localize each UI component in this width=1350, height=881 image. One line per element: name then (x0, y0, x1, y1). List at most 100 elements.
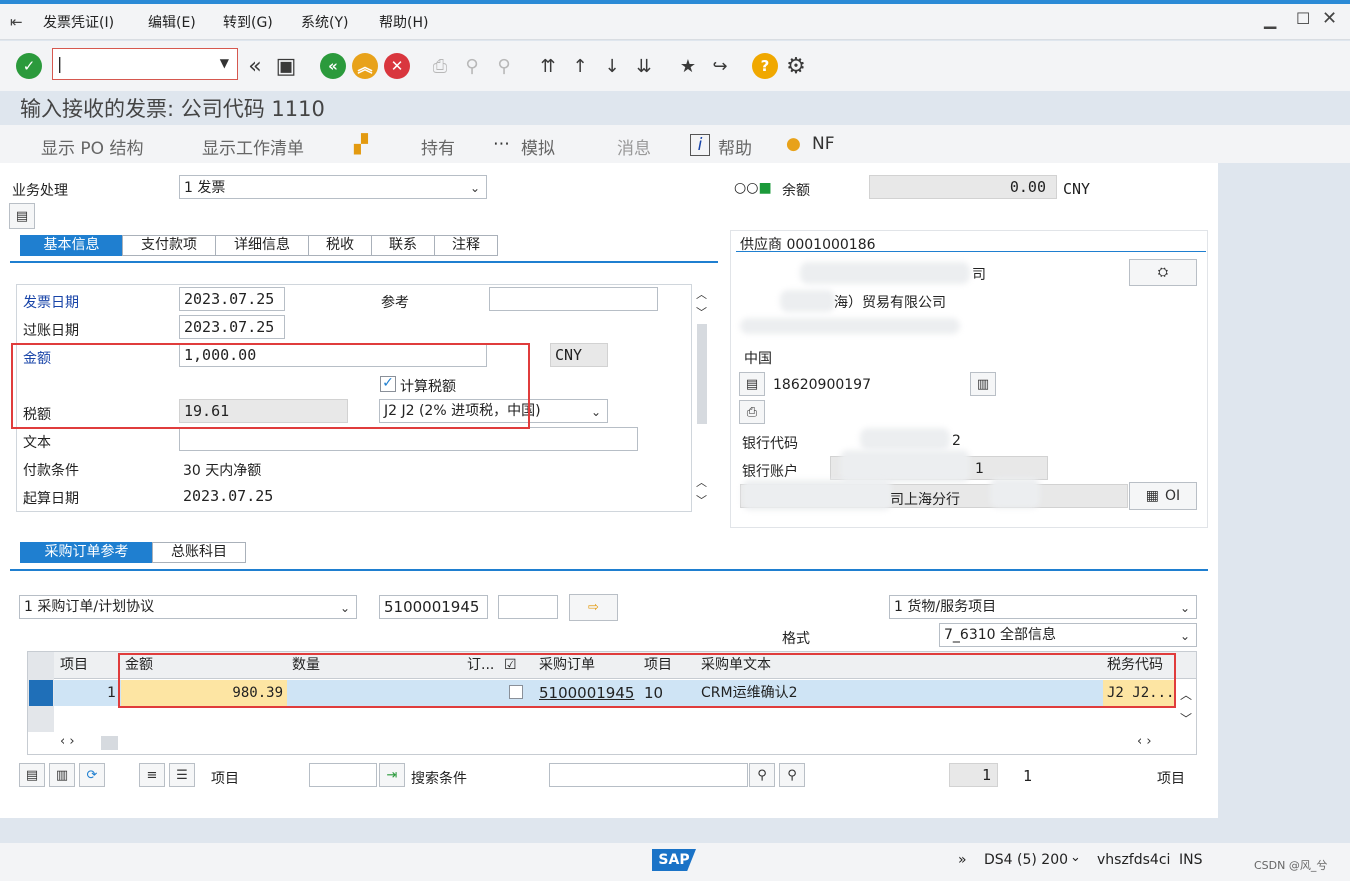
tab-notes[interactable]: 注释 (434, 235, 498, 256)
layout-type-select[interactable]: 1 货物/服务项目 ⌄ (889, 595, 1197, 619)
item-search-input[interactable] (309, 763, 377, 787)
tab-tax[interactable]: 税收 (308, 235, 372, 256)
check-icon[interactable]: ✓ (16, 53, 42, 79)
invoice-date-input[interactable]: 2023.07.25 (179, 287, 285, 311)
info-icon: i (690, 134, 710, 156)
tab-payment[interactable]: 支付款项 (122, 235, 216, 256)
grid-scroll-down-icon[interactable]: ﹀ (1180, 710, 1192, 727)
col-item[interactable]: 项目 (56, 652, 116, 678)
green-back-icon[interactable]: « (320, 53, 346, 79)
page-input[interactable]: 1 (949, 763, 998, 787)
save-icon[interactable]: ▣ (274, 54, 298, 79)
grid-hscroll-thumb[interactable] (101, 736, 118, 750)
screen-variant-icon[interactable]: ▤ (9, 203, 35, 229)
balance-value: 0.00 (869, 175, 1057, 199)
oi-button[interactable]: ▦ OI (1129, 482, 1197, 510)
command-field[interactable]: | ▼ (52, 48, 238, 80)
expand-status-icon[interactable]: » (958, 852, 967, 868)
grid-scroll-up-icon[interactable]: ︿ (1180, 686, 1192, 703)
nf-icon: ● (786, 134, 801, 154)
search-criteria-icon[interactable]: ⇥ (379, 763, 405, 787)
close-icon[interactable]: ✕ (1322, 8, 1337, 29)
blurred-bank-account (840, 450, 970, 482)
next-page-icon[interactable]: ↓ (600, 54, 624, 78)
exit-icon[interactable]: ︽ (352, 53, 378, 79)
chevron-down-icon: ⌄ (469, 181, 480, 195)
tab-details[interactable]: 详细信息 (215, 235, 309, 256)
nf-button[interactable]: NF (812, 134, 835, 154)
po-item-input[interactable] (498, 595, 558, 619)
vendor-detail-button[interactable]: ⛭ (1129, 259, 1197, 286)
messages-button[interactable]: 消息 (617, 134, 651, 159)
shortcut-icon[interactable]: ↪ (708, 54, 732, 78)
search-criteria-label: 搜索条件 (411, 771, 467, 787)
first-page-icon[interactable]: ⇈ (536, 54, 560, 78)
menu-icon[interactable]: ⇤ (10, 13, 23, 31)
print-icon[interactable]: ⎙ (428, 54, 452, 78)
menu-invoice[interactable]: 发票凭证(I) (43, 12, 114, 32)
search-criteria-input[interactable] (549, 763, 748, 787)
row-selector[interactable] (29, 680, 53, 706)
currency-field[interactable]: CNY (550, 343, 608, 367)
chevron-down-icon[interactable]: ⌄ (1070, 850, 1081, 865)
print-address-icon[interactable]: ⎙ (739, 400, 765, 424)
transfer-icon[interactable]: ⇨ (569, 594, 618, 621)
show-worklist-button[interactable]: 显示工作清单 (202, 134, 304, 159)
last-page-icon[interactable]: ⇊ (632, 54, 656, 78)
bank-code-value: 2 (952, 433, 961, 449)
help-icon[interactable]: ? (752, 53, 778, 79)
grid-scroll-right-icon[interactable]: ‹ › (1137, 734, 1152, 749)
po-number-input[interactable]: 5100001945 (379, 595, 488, 619)
tab-po-reference[interactable]: 采购订单参考 (20, 542, 153, 563)
grid-scroll-left-icon[interactable]: ‹ › (60, 734, 75, 749)
refresh-icon[interactable]: ⟳ (79, 763, 105, 787)
reference-input[interactable] (489, 287, 658, 311)
item-search-label: 项目 (211, 771, 239, 787)
simulate-button[interactable]: 模拟 (521, 134, 555, 159)
text-input[interactable] (179, 427, 638, 451)
find-next-icon[interactable]: ⚲ (779, 763, 805, 787)
select-all-icon[interactable]: ▤ (19, 763, 45, 787)
back-icon[interactable]: « (243, 54, 267, 79)
show-po-structure-button[interactable]: 显示 PO 结构 (41, 134, 143, 159)
tab-basic[interactable]: 基本信息 (20, 235, 123, 256)
menu-system[interactable]: 系统(Y) (301, 12, 348, 32)
minimize-icon[interactable]: ▁ (1264, 10, 1276, 29)
input-mode[interactable]: INS (1179, 852, 1203, 868)
find-next-icon[interactable]: ⚲ (492, 54, 516, 78)
tab-contact[interactable]: 联系 (371, 235, 435, 256)
maximize-icon[interactable]: ☐ (1296, 9, 1310, 28)
chevron-down-icon[interactable]: ▼ (220, 56, 229, 70)
menu-help[interactable]: 帮助(H) (379, 12, 428, 32)
settings-icon[interactable]: ⚙ (784, 54, 808, 79)
application-toolbar: 显示 PO 结构 显示工作清单 ▞ 持有 ⋯ 模拟 消息 i 帮助 ● NF (0, 125, 1350, 163)
format-select[interactable]: 7_6310 全部信息 ⌄ (939, 623, 1197, 647)
prev-page-icon[interactable]: ↑ (568, 54, 592, 78)
baseline-date-value: 2023.07.25 (183, 487, 274, 505)
phone-book-icon[interactable]: ▥ (970, 372, 996, 396)
create-session-icon[interactable]: ★ (676, 54, 700, 78)
basic-scrollbar[interactable]: ︿ ﹀ ︿ ﹀ (694, 284, 710, 512)
ref-type-select[interactable]: 1 采购订单/计划协议 ⌄ (19, 595, 357, 619)
vendor-name-line1: 司 (972, 267, 986, 283)
balance-label: 余额 (782, 183, 810, 199)
format-value: 7_6310 全部信息 (944, 627, 1056, 643)
deselect-all-icon[interactable]: ▥ (49, 763, 75, 787)
hold-button[interactable]: 持有 (421, 134, 455, 159)
business-select[interactable]: 1 发票 ⌄ (179, 175, 487, 199)
posting-date-input[interactable]: 2023.07.25 (179, 315, 285, 339)
format-label: 格式 (782, 631, 810, 647)
tab-gl-account[interactable]: 总账科目 (152, 542, 246, 563)
align-top-icon[interactable]: ≡ (139, 763, 165, 787)
find-icon[interactable]: ⚲ (460, 54, 484, 78)
address-icon[interactable]: ▤ (739, 372, 765, 396)
menu-goto[interactable]: 转到(G) (223, 12, 273, 32)
help-button[interactable]: 帮助 (718, 134, 752, 159)
system-info[interactable]: DS4 (5) 200 (984, 852, 1068, 868)
find-icon[interactable]: ⚲ (749, 763, 775, 787)
cancel-icon[interactable]: ✕ (384, 53, 410, 79)
hold-icon[interactable]: ▞ (354, 134, 368, 155)
align-bottom-icon[interactable]: ☰ (169, 763, 195, 787)
blurred-address (740, 318, 960, 334)
menu-edit[interactable]: 编辑(E) (148, 12, 196, 32)
